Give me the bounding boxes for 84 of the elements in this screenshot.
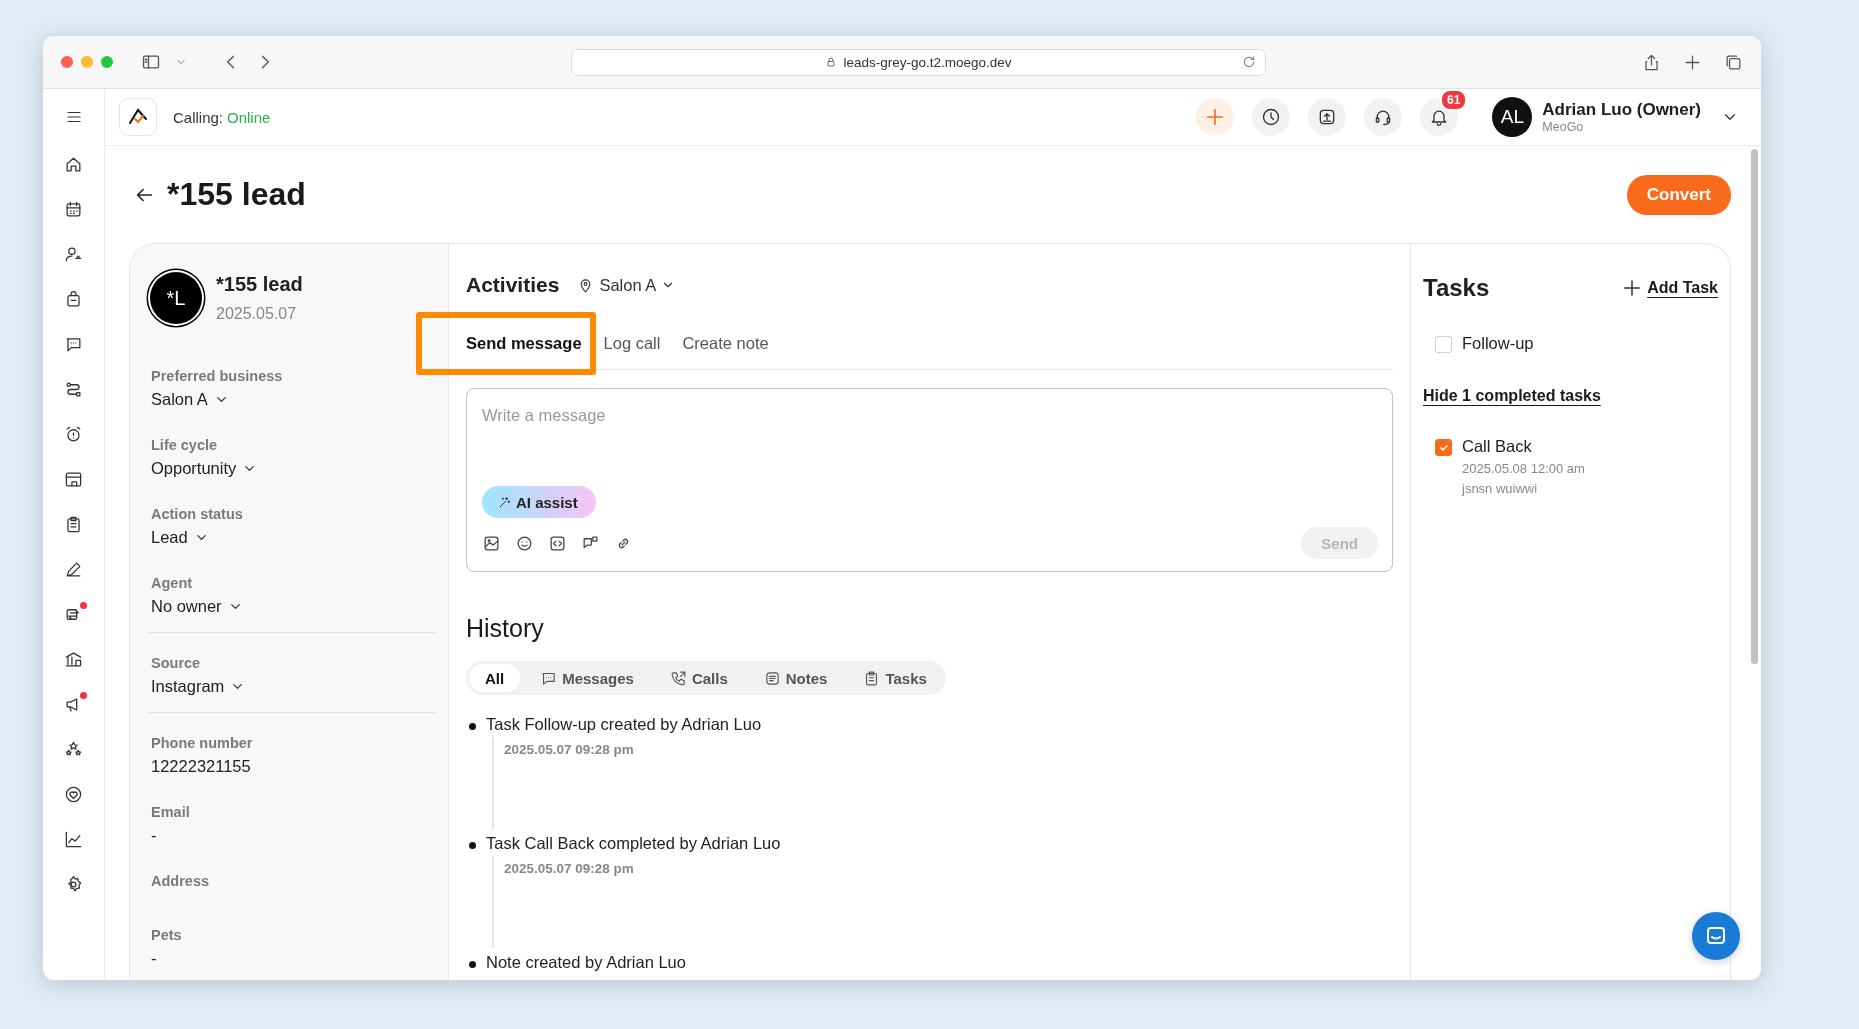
timeline-dot — [469, 842, 476, 849]
field-label: Preferred business — [151, 368, 284, 384]
chat-icon — [64, 335, 83, 354]
task-label: Call Back — [1462, 437, 1533, 456]
close-window-button[interactable] — [61, 56, 73, 68]
task-note: jsnsn wuiwwi — [1462, 481, 1539, 496]
field-label: Email — [151, 804, 191, 820]
pen-icon — [64, 560, 83, 579]
reload-icon — [1241, 53, 1257, 70]
bank-icon — [64, 650, 83, 669]
lock-icon — [825, 56, 838, 68]
field-dropdown[interactable]: Lead — [151, 528, 209, 547]
store-icon — [64, 470, 83, 489]
history-entry: Task Call Back completed by Adrian Luo — [486, 834, 782, 853]
home-icon — [64, 155, 83, 174]
task-due-date: 2025.05.08 12:00 am — [1462, 461, 1585, 476]
phone-icon — [669, 669, 687, 687]
history-time: 2025.05.07 09:28 pm — [504, 860, 635, 876]
company-name: MeoGo — [1542, 120, 1585, 134]
magic-wand-icon — [498, 495, 511, 509]
field-label: Life cycle — [151, 437, 219, 453]
field-dropdown[interactable]: Opportunity — [151, 459, 258, 478]
filter-tab[interactable]: Tasks — [847, 664, 943, 692]
ai-assist-button[interactable]: AI assist — [482, 486, 596, 518]
clipboard-icon — [64, 515, 83, 534]
note-icon — [763, 669, 781, 687]
field-label: Source — [151, 655, 202, 671]
add-task-button[interactable]: Add Task — [1621, 277, 1718, 299]
calling-status: Online — [227, 108, 271, 126]
filter-tab[interactable]: Calls — [653, 664, 744, 692]
filter-tab[interactable]: All — [469, 664, 521, 692]
field-value: - — [151, 826, 158, 845]
task-checkbox[interactable] — [1435, 439, 1452, 456]
user-icon — [64, 245, 83, 264]
alarm-clock-icon — [64, 425, 83, 444]
task-label: Follow-up — [1462, 334, 1534, 353]
activity-tab[interactable]: Create note — [682, 334, 769, 353]
task-checkbox[interactable] — [1435, 336, 1452, 353]
lead-date: 2025.05.07 — [216, 305, 298, 323]
share-icon — [1642, 52, 1661, 72]
field-dropdown[interactable]: Salon A — [151, 390, 229, 409]
page-title: *155 lead — [167, 176, 306, 213]
history-button[interactable] — [1252, 98, 1291, 136]
field-label: Phone number — [151, 735, 254, 751]
timeline-dot — [469, 961, 476, 968]
field-value: 12222321155 — [151, 757, 252, 776]
scrollbar[interactable] — [1751, 149, 1758, 664]
clock-icon — [1261, 107, 1282, 127]
activity-tab[interactable]: Log call — [603, 334, 661, 353]
activities-title: Activities — [466, 273, 560, 297]
field-label: Address — [151, 873, 211, 889]
upload-button[interactable] — [1308, 98, 1347, 136]
app-logo[interactable] — [119, 98, 157, 136]
tasks-title: Tasks — [1423, 274, 1490, 302]
history-title: History — [466, 614, 545, 643]
user-avatar[interactable]: AL — [1492, 97, 1533, 137]
filter-tab[interactable]: Notes — [747, 664, 844, 692]
message-field[interactable]: Write a message AI assist Send — [466, 388, 1393, 572]
timeline-dot — [469, 723, 476, 730]
route-icon — [64, 380, 83, 399]
support-button[interactable] — [1364, 98, 1403, 136]
message-input[interactable]: Write a message — [482, 403, 1378, 427]
bag-icon — [64, 290, 83, 309]
notification-count: 61 — [1439, 89, 1468, 111]
location-dropdown[interactable]: Salon A — [577, 275, 676, 295]
chart-icon — [64, 830, 83, 849]
field-value: - — [151, 949, 158, 968]
filter-tab[interactable]: Messages — [524, 664, 650, 692]
field-label: Agent — [151, 575, 194, 591]
history-entry: Task Follow-up created by Adrian Luo — [486, 715, 763, 734]
history-time: 2025.05.07 09:28 pm — [504, 741, 635, 757]
hide-completed-link[interactable]: Hide 1 completed tasks — [1423, 387, 1601, 405]
calling-label: Calling: — [173, 108, 224, 126]
activity-tab[interactable]: Send message — [466, 334, 582, 353]
user-name: Adrian Luo (Owner) — [1542, 100, 1701, 120]
calendar-icon — [64, 200, 83, 219]
address-bar[interactable]: leads-grey-go.t2.moego.dev — [571, 48, 1266, 76]
lead-name: *155 lead — [216, 273, 303, 296]
lead-avatar: *L — [150, 272, 202, 324]
field-dropdown[interactable]: No owner — [151, 597, 243, 616]
field-label: Action status — [151, 506, 244, 522]
history-entry: Note created by Adrian Luo — [486, 953, 687, 972]
field-label: Pets — [151, 927, 183, 943]
field-dropdown[interactable]: Instagram — [151, 677, 246, 696]
